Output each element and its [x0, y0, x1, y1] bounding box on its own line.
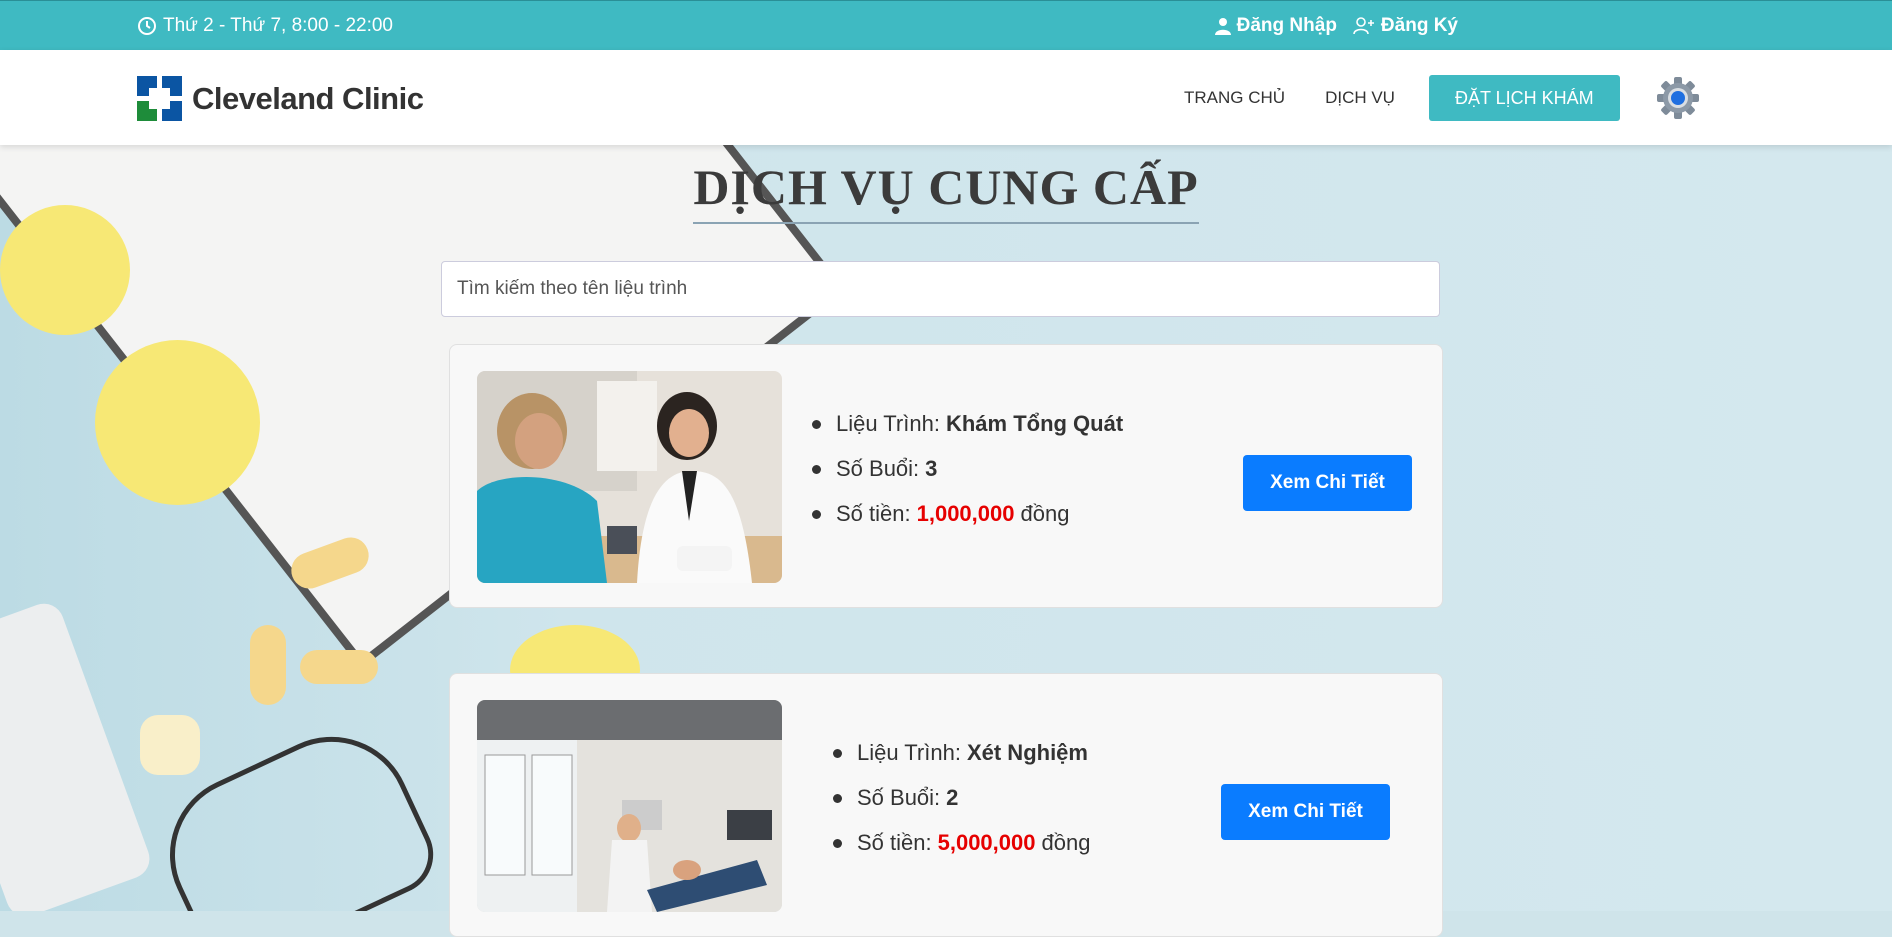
currency-label: đồng: [1020, 501, 1070, 526]
pill-decoration: [250, 625, 286, 705]
price-label: Số tiền:: [836, 501, 911, 526]
clock-icon: [138, 17, 156, 35]
view-detail-button[interactable]: Xem Chi Tiết: [1243, 455, 1412, 511]
nav-home[interactable]: TRANG CHỦ: [1184, 88, 1285, 108]
cleveland-cross-logo-icon: [137, 76, 182, 121]
blister-pack-decoration: [0, 598, 156, 911]
service-card: Liệu Trình: Khám Tổng Quát Số Buổi: 3 Số…: [449, 344, 1443, 608]
service-info-list: Liệu Trình: Xét Nghiệm Số Buổi: 2 Số tiề…: [833, 740, 1090, 875]
price-label: Số tiền:: [857, 830, 932, 855]
program-label: Liệu Trình:: [857, 740, 961, 765]
page-title: DỊCH VỤ CUNG CẤP: [693, 158, 1199, 224]
service-program: Liệu Trình: Xét Nghiệm: [833, 740, 1090, 766]
virus-decoration: [95, 340, 260, 505]
service-photo-lab-test: [477, 700, 782, 912]
site-header: Cleveland Clinic TRANG CHỦ DỊCH VỤ ĐẶT L…: [0, 50, 1892, 145]
service-photo-checkup: [477, 371, 782, 583]
gear-icon[interactable]: [1656, 76, 1700, 120]
program-name: Khám Tổng Quát: [945, 411, 1124, 436]
sessions-value: 3: [925, 456, 938, 481]
service-price: Số tiền: 1,000,000 đồng: [812, 501, 1123, 527]
sessions-value: 2: [946, 785, 959, 810]
service-sessions: Số Buổi: 3: [812, 456, 1123, 482]
pill-jar-decoration: [140, 715, 200, 775]
logo[interactable]: Cleveland Clinic: [137, 76, 424, 121]
user-plus-icon: [1353, 17, 1374, 35]
price-value: 5,000,000: [937, 830, 1036, 855]
opening-hours: Thứ 2 - Thứ 7, 8:00 - 22:00: [137, 15, 393, 37]
user-icon: [1214, 18, 1231, 35]
main-nav: TRANG CHỦ DỊCH VỤ ĐẶT LỊCH KHÁM: [1184, 50, 1700, 145]
program-label: Liệu Trình:: [836, 411, 940, 436]
pill-decoration: [300, 650, 378, 684]
logo-text: Cleveland Clinic: [192, 80, 424, 116]
section-header: DỊCH VỤ CUNG CẤP: [0, 158, 1892, 224]
service-price: Số tiền: 5,000,000 đồng: [833, 830, 1090, 856]
register-label: Đăng Ký: [1380, 15, 1458, 36]
currency-label: đồng: [1041, 830, 1091, 855]
service-program: Liệu Trình: Khám Tổng Quát: [812, 411, 1123, 437]
view-detail-button[interactable]: Xem Chi Tiết: [1221, 784, 1390, 840]
sessions-label: Số Buổi:: [836, 456, 920, 481]
search-input[interactable]: [455, 277, 1426, 301]
opening-hours-text: Thứ 2 - Thứ 7, 8:00 - 22:00: [163, 15, 393, 36]
top-bar: Thứ 2 - Thứ 7, 8:00 - 22:00 Đăng Nhập Đă…: [0, 0, 1892, 50]
auth-links: Đăng Nhập Đăng Ký: [1214, 15, 1458, 37]
service-info-list: Liệu Trình: Khám Tổng Quát Số Buổi: 3 Số…: [812, 411, 1123, 546]
program-name: Xét Nghiệm: [966, 740, 1088, 765]
login-label: Đăng Nhập: [1236, 15, 1337, 36]
virus-decoration: [0, 205, 130, 335]
sessions-label: Số Buổi:: [857, 785, 941, 810]
book-appointment-button[interactable]: ĐẶT LỊCH KHÁM: [1428, 74, 1620, 121]
price-value: 1,000,000: [916, 501, 1015, 526]
search-box[interactable]: [441, 261, 1440, 317]
service-sessions: Số Buổi: 2: [833, 785, 1090, 811]
nav-services[interactable]: DỊCH VỤ: [1325, 88, 1395, 108]
service-card: Liệu Trình: Xét Nghiệm Số Buổi: 2 Số tiề…: [449, 673, 1443, 937]
login-link[interactable]: Đăng Nhập: [1214, 15, 1337, 37]
register-link[interactable]: Đăng Ký: [1353, 15, 1458, 37]
